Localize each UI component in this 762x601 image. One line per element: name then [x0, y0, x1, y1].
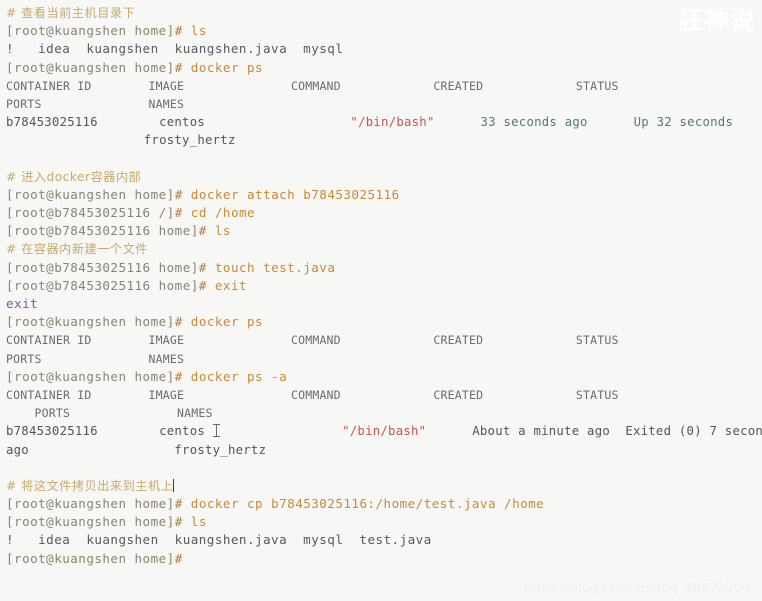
shell-command: docker attach b78453025116 — [190, 186, 400, 202]
watermark-top-right: 狂神说 — [677, 6, 756, 35]
watermark-csdn-url: https://blog.csdn.net/qq_40572200 — [523, 580, 750, 595]
shell-prompt: [root@kuangshen home] — [6, 514, 175, 530]
terminal-line-prompt: [root@kuangshen home]# ls — [6, 513, 762, 531]
cell-command: "/bin/bash" — [350, 115, 435, 130]
terminal-line-prompt: [root@b78453025116 home]# touch test.jav… — [6, 259, 762, 277]
shell-command: ls — [190, 23, 207, 39]
comment-text: # 查看当前主机目录下 — [6, 6, 136, 20]
comment-text: # 将这文件拷贝出来到主机上 — [6, 478, 174, 493]
shell-prompt: [root@kuangshen home] — [6, 23, 175, 39]
shell-command: cd /home — [190, 205, 256, 221]
terminal-line-exit-output: exit — [6, 295, 762, 313]
exit-text: exit — [6, 296, 39, 311]
shell-prompt: [root@b78453025116 /] — [6, 205, 175, 221]
prompt-hash: # — [174, 550, 183, 566]
terminal-line-ls-output: ! idea kuangshen kuangshen.java mysql — [6, 40, 762, 58]
shell-prompt: [root@b78453025116 home] — [6, 223, 199, 239]
ls-output-text: ! idea kuangshen kuangshen.java mysql — [6, 41, 344, 57]
cell-status: Exited (0) 7 seconds — [625, 424, 762, 439]
terminal-line-prompt: [root@kuangshen home]# ls — [6, 22, 762, 40]
terminal-line-comment: # 进入docker容器内部 — [6, 168, 762, 186]
shell-prompt: [root@kuangshen home] — [6, 314, 175, 330]
cell-container-id: b78453025116 — [6, 115, 98, 130]
docker-ps-table-header-cont: PORTS NAMES — [6, 96, 185, 111]
cell-image: centos — [159, 115, 205, 130]
prompt-hash: # — [174, 496, 183, 512]
shell-prompt: [root@kuangshen home] — [6, 496, 175, 512]
cell-status: Up 32 seconds — [633, 115, 734, 130]
shell-command: docker cp b78453025116:/home/test.java /… — [190, 496, 545, 512]
docker-ps-a-table-row: b78453025116 centos "/bin/bash" About a … — [6, 422, 762, 440]
shell-command: touch test.java — [214, 259, 336, 275]
prompt-hash: # — [174, 23, 183, 39]
shell-command: exit — [214, 277, 248, 293]
docker-ps-a-table-header: CONTAINER ID IMAGE COMMAND CREATED STATU… — [6, 387, 619, 402]
cell-image: centos — [159, 424, 205, 439]
text-cursor-caret — [173, 478, 175, 492]
cell-container-id: b78453025116 — [6, 424, 98, 439]
prompt-hash: # — [174, 368, 183, 384]
shell-prompt: [root@b78453025116 home] — [6, 259, 199, 275]
cell-names: frosty_hertz — [143, 133, 236, 148]
shell-prompt: [root@kuangshen home] — [6, 368, 175, 384]
shell-command: docker ps — [190, 59, 264, 75]
prompt-hash: # — [174, 314, 183, 330]
prompt-hash: # — [174, 205, 183, 221]
prompt-hash: # — [198, 277, 207, 293]
prompt-hash: # — [174, 514, 183, 530]
text-cursor-ibeam — [212, 424, 220, 438]
shell-prompt: [root@b78453025116 home] — [6, 277, 199, 293]
terminal-line-prompt: [root@kuangshen home]# docker ps -a — [6, 368, 762, 386]
comment-text: # 在容器内新建一个文件 — [6, 242, 148, 257]
terminal-line-prompt: [root@b78453025116 home]# exit — [6, 277, 762, 295]
terminal-line-comment: # 在容器内新建一个文件 — [6, 240, 762, 258]
prompt-hash: # — [174, 59, 183, 75]
docker-ps-a-table-header-cont: PORTS NAMES — [6, 406, 213, 421]
shell-prompt: [root@kuangshen home] — [6, 186, 175, 202]
docker-ps-table-header: CONTAINER ID IMAGE COMMAND CREATED STATU… — [6, 78, 619, 93]
cell-created-cont: ago — [6, 442, 29, 457]
prompt-hash: # — [198, 259, 207, 275]
ls-output-text: ! idea kuangshen kuangshen.java mysql te… — [6, 532, 432, 548]
shell-prompt: [root@kuangshen home] — [6, 550, 175, 566]
shell-command: docker ps — [190, 314, 264, 330]
docker-ps-table-header: CONTAINER ID IMAGE COMMAND CREATED STATU… — [6, 333, 619, 348]
terminal-line-comment: # 查看当前主机目录下 — [6, 4, 762, 22]
prompt-hash: # — [198, 223, 207, 239]
docker-ps-table-header-cont: PORTS NAMES — [6, 351, 185, 366]
shell-command: docker ps -a — [190, 368, 288, 384]
shell-command: ls — [214, 223, 231, 239]
comment-text: # 进入docker容器内部 — [6, 169, 142, 184]
cell-command: "/bin/bash" — [342, 424, 427, 439]
cell-created: About a minute ago — [472, 424, 610, 439]
terminal-line-ls-output: ! idea kuangshen kuangshen.java mysql te… — [6, 531, 762, 549]
docker-ps-table-row: b78453025116 centos "/bin/bash" 33 secon… — [6, 113, 762, 131]
terminal-line-prompt: [root@kuangshen home]# docker ps — [6, 313, 762, 331]
cell-created: 33 seconds ago — [480, 115, 588, 130]
terminal-line-prompt: [root@kuangshen home]# docker ps — [6, 59, 762, 77]
terminal-line-prompt: [root@kuangshen home]# docker cp b784530… — [6, 495, 762, 513]
terminal-line-comment: # 将这文件拷贝出来到主机上 — [6, 477, 762, 495]
prompt-hash: # — [174, 186, 183, 202]
terminal-line-prompt-final: [root@kuangshen home]# — [6, 550, 762, 568]
docker-ps-a-table-row-cont: ago frosty_hertz — [6, 441, 762, 459]
shell-prompt: [root@kuangshen home] — [6, 59, 175, 75]
terminal-window[interactable]: # 查看当前主机目录下 [root@kuangshen home]# ls ! … — [0, 0, 762, 601]
terminal-line-prompt: [root@b78453025116 home]# ls — [6, 222, 762, 240]
cell-names: frosty_hertz — [174, 442, 267, 457]
terminal-line-prompt: [root@b78453025116 /]# cd /home — [6, 204, 762, 222]
docker-ps-table-row-names: frosty_hertz — [6, 131, 762, 149]
shell-command: ls — [190, 514, 207, 530]
terminal-line-prompt: [root@kuangshen home]# docker attach b78… — [6, 186, 762, 204]
